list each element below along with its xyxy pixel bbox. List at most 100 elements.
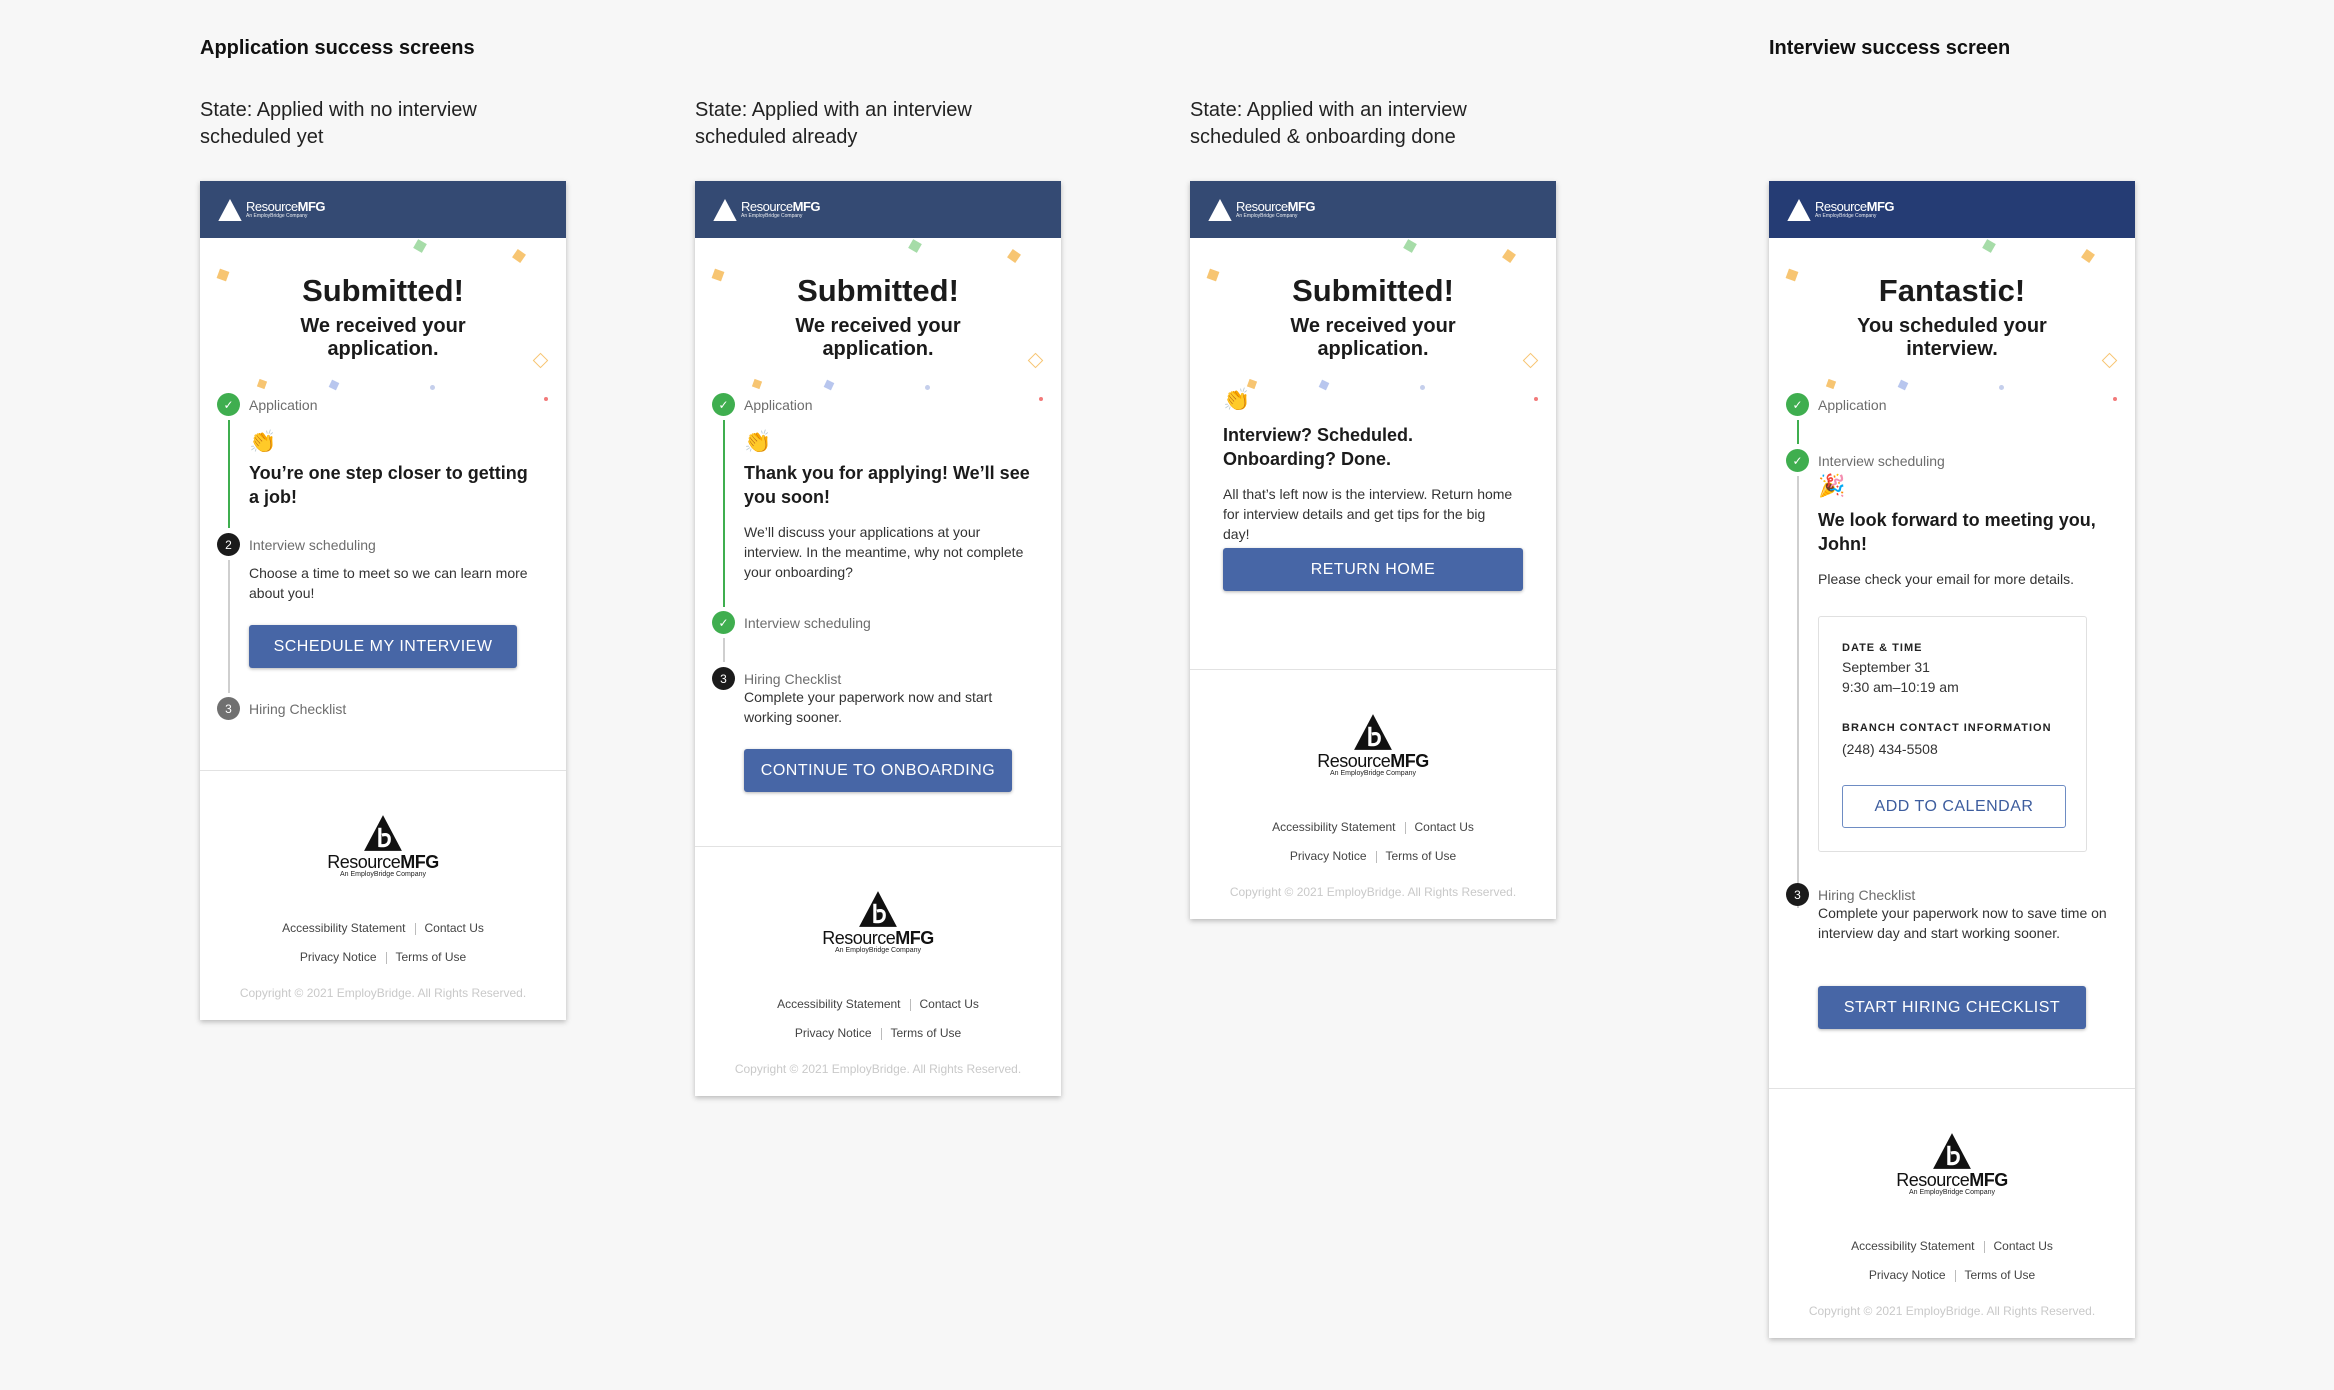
continue-onboarding-button[interactable]: CONTINUE TO ONBOARDING (744, 749, 1012, 792)
privacy-link[interactable]: Privacy Notice (1290, 849, 1367, 863)
schedule-interview-button[interactable]: SCHEDULE MY INTERVIEW (249, 625, 517, 668)
footer-logo: ResourceMFG An EmployBridge Company (1769, 1131, 2135, 1196)
confetti-piece (751, 378, 763, 390)
accessibility-link[interactable]: Accessibility Statement (1272, 820, 1395, 834)
confetti-hero: Fantastic! You scheduled your interview. (1769, 238, 2135, 401)
step-connector (228, 560, 230, 693)
step-connector (1797, 420, 1799, 444)
terms-link[interactable]: Terms of Use (396, 950, 467, 964)
checkmark-icon: ✓ (712, 393, 735, 416)
step-interview-scheduling: ✓ Interview scheduling (1786, 449, 1945, 472)
confetti-piece (328, 379, 340, 391)
party-popper-icon: 🎉 (1818, 473, 1846, 498)
privacy-link[interactable]: Privacy Notice (300, 950, 377, 964)
confetti-piece (2113, 397, 2117, 401)
confetti-hero: Submitted! We received your application. (1190, 238, 1556, 401)
confetti-piece (1007, 249, 1021, 263)
step-number-badge: 3 (712, 667, 735, 690)
logo-icon (362, 813, 404, 853)
confetti-piece (925, 385, 930, 390)
confetti-piece (1039, 397, 1043, 401)
confetti-piece (1318, 379, 1330, 391)
clapping-hands-icon: 👏 (1223, 387, 1251, 412)
logo-icon (712, 197, 738, 222)
accessibility-link[interactable]: Accessibility Statement (777, 997, 900, 1011)
step-label: Application (249, 396, 318, 413)
app-header: ResourceMFG An EmployBridge Company (1769, 181, 2135, 238)
clapping-hands-icon: 👏 (744, 429, 772, 454)
section-title-interview: Interview success screen (1769, 37, 2011, 59)
confetti-piece (256, 378, 268, 390)
step-heading: Interview? Scheduled. Onboarding? Done. (1223, 425, 1414, 469)
contact-link[interactable]: Contact Us (1994, 1239, 2053, 1253)
contact-link[interactable]: Contact Us (1415, 820, 1474, 834)
confetti-piece (1502, 249, 1516, 263)
step-connector (723, 638, 725, 662)
confetti-piece (1982, 239, 1996, 253)
terms-link[interactable]: Terms of Use (1386, 849, 1457, 863)
contact-link[interactable]: Contact Us (425, 921, 484, 935)
step-connector (228, 420, 230, 528)
step-interview-scheduling: 2 Interview scheduling (217, 533, 376, 556)
step-label: Hiring Checklist (249, 700, 347, 717)
page-subtitle: We received your application. (300, 315, 466, 360)
interview-time: 9:30 am–10:19 am (1842, 679, 1959, 695)
page-subtitle: We received your application. (1290, 315, 1456, 360)
step-label: Application (744, 396, 813, 413)
terms-link[interactable]: Terms of Use (1965, 1268, 2036, 1282)
step-description: Complete your paperwork now and start wo… (744, 689, 993, 725)
copyright-text: Copyright © 2021 EmployBridge. All Right… (239, 986, 527, 1000)
confetti-piece (1534, 397, 1538, 401)
footer: ResourceMFG An EmployBridge Company Acce… (1769, 1088, 2135, 1338)
step-description: Complete your paperwork now to save time… (1818, 905, 2107, 941)
logo-icon (1786, 197, 1812, 222)
step-heading: Thank you for applying! We’ll see you so… (744, 463, 1030, 507)
page-title: Submitted! (1292, 273, 1454, 308)
privacy-link[interactable]: Privacy Notice (1869, 1268, 1946, 1282)
state-label-1: State: Applied with no interview schedul… (200, 99, 477, 148)
privacy-link[interactable]: Privacy Notice (795, 1026, 872, 1040)
step-connector (723, 420, 725, 607)
step-description: All that’s left now is the interview. Re… (1223, 486, 1513, 542)
step-connector (1797, 476, 1799, 908)
step-label: Interview scheduling (744, 614, 871, 631)
section-title-application: Application success screens (200, 37, 475, 59)
step-heading: You’re one step closer to getting a job! (249, 463, 528, 507)
state-label-2: State: Applied with an interview schedul… (695, 99, 972, 148)
terms-link[interactable]: Terms of Use (891, 1026, 962, 1040)
page-title: Fantastic! (1878, 273, 2026, 308)
interview-details-card: DATE & TIME September 31 9:30 am–10:19 a… (1818, 616, 2087, 852)
step-label: Hiring Checklist (744, 670, 842, 687)
logo-icon (857, 889, 899, 929)
logo-icon (1207, 197, 1233, 222)
copyright-text: Copyright © 2021 EmployBridge. All Right… (734, 1062, 1022, 1076)
app-header: ResourceMFG An EmployBridge Company (200, 181, 566, 238)
confetti-piece (1420, 385, 1425, 390)
resourcemfg-logo[interactable]: ResourceMFG An EmployBridge Company (712, 197, 821, 223)
step-number-badge: 2 (217, 533, 240, 556)
resourcemfg-logo[interactable]: ResourceMFG An EmployBridge Company (217, 197, 326, 223)
confetti-hero: Submitted! We received your application. (695, 238, 1061, 401)
add-to-calendar-button[interactable]: ADD TO CALENDAR (1842, 785, 2066, 828)
resourcemfg-logo[interactable]: ResourceMFG An EmployBridge Company (1207, 197, 1316, 223)
footer-logo: ResourceMFG An EmployBridge Company (200, 813, 566, 878)
footer-logo: ResourceMFG An EmployBridge Company (695, 889, 1061, 954)
accessibility-link[interactable]: Accessibility Statement (1851, 1239, 1974, 1253)
app-header: ResourceMFG An EmployBridge Company (1190, 181, 1556, 238)
screen-no-interview: ResourceMFG An EmployBridge Company Submi… (200, 181, 566, 1020)
accessibility-link[interactable]: Accessibility Statement (282, 921, 405, 935)
step-application: ✓ Application (217, 393, 318, 416)
step-number-badge: 3 (1786, 883, 1809, 906)
logo-icon (217, 197, 243, 222)
start-hiring-checklist-button[interactable]: START HIRING CHECKLIST (1818, 986, 2086, 1029)
return-home-button[interactable]: RETURN HOME (1223, 548, 1523, 591)
resourcemfg-logo[interactable]: ResourceMFG An EmployBridge Company (1786, 197, 1895, 223)
contact-link[interactable]: Contact Us (920, 997, 979, 1011)
confetti-hero: Submitted! We received your application. (200, 238, 566, 401)
confetti-piece (2081, 249, 2095, 263)
footer-logo: ResourceMFG An EmployBridge Company (1190, 712, 1556, 777)
branch-phone[interactable]: (248) 434-5508 (1842, 739, 1938, 759)
confetti-piece (1403, 239, 1417, 253)
interview-date: September 31 (1842, 659, 1930, 675)
checkmark-icon: ✓ (1786, 393, 1809, 416)
